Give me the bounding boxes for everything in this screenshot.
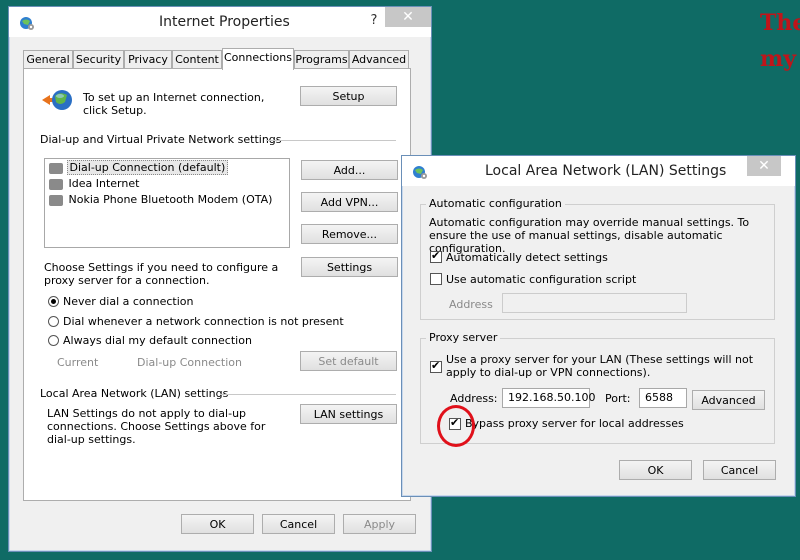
use-proxy-checkbox[interactable] <box>430 359 442 373</box>
settings-description: Choose Settings if you need to configure… <box>44 261 279 287</box>
phone-icon <box>49 178 63 190</box>
setup-description: To set up an Internet connection, click … <box>83 91 265 117</box>
set-default-button[interactable]: Set default <box>300 351 397 371</box>
corner-text-line1: The <box>760 10 800 36</box>
radio-whenever-label: Dial whenever a network connection is no… <box>63 315 344 328</box>
setup-button[interactable]: Setup <box>300 86 397 106</box>
internet-options-icon <box>413 166 427 179</box>
bypass-proxy-label: Bypass proxy server for local addresses <box>465 417 684 430</box>
apply-button[interactable]: Apply <box>343 514 416 534</box>
use-proxy-label: Use a proxy server for your LAN (These s… <box>446 353 754 379</box>
radio-always-dial[interactable] <box>48 335 59 346</box>
script-address-field[interactable] <box>502 293 687 313</box>
connection-label: Nokia Phone Bluetooth Modem (OTA) <box>68 193 273 206</box>
lan-close-button[interactable]: ✕ <box>747 156 781 176</box>
connections-list[interactable]: Dial-up Connection (default) Idea Intern… <box>44 158 290 248</box>
window-title: Internet Properties <box>159 14 290 30</box>
lan-heading: Local Area Network (LAN) settings <box>40 387 229 400</box>
port-label: Port: <box>605 392 631 405</box>
corner-text-line2: my <box>760 46 797 72</box>
automatic-configuration-description: Automatic configuration may override man… <box>429 216 750 255</box>
radio-never-label: Never dial a connection <box>63 295 194 308</box>
radio-dial-whenever[interactable] <box>48 316 59 327</box>
lan-window-title: Local Area Network (LAN) Settings <box>485 163 727 179</box>
port-field[interactable]: 6588 <box>639 388 687 408</box>
automatic-configuration-title: Automatic configuration <box>426 197 565 210</box>
proxy-address-label: Address: <box>450 392 498 405</box>
connection-label: Idea Internet <box>68 177 140 190</box>
phone-icon <box>49 194 63 206</box>
tab-security[interactable]: Security <box>73 50 124 69</box>
tab-general[interactable]: General <box>23 50 73 69</box>
help-button[interactable]: ? <box>363 11 385 31</box>
connection-label: Dial-up Connection (default) <box>66 160 229 175</box>
proxy-server-title: Proxy server <box>426 331 501 344</box>
advanced-button[interactable]: Advanced <box>692 390 765 410</box>
add-vpn-button[interactable]: Add VPN... <box>301 192 398 212</box>
remove-button[interactable]: Remove... <box>301 224 398 244</box>
title-bar: Internet Properties ? ✕ <box>9 7 431 37</box>
cancel-button[interactable]: Cancel <box>262 514 335 534</box>
phone-icon <box>49 162 63 174</box>
lan-description: LAN Settings do not apply to dial-up con… <box>47 407 266 446</box>
list-item[interactable]: Idea Internet <box>49 177 141 192</box>
tab-advanced[interactable]: Advanced <box>349 50 409 69</box>
radio-never-dial[interactable] <box>48 296 59 307</box>
lan-title-bar: Local Area Network (LAN) Settings ✕ <box>402 156 795 186</box>
internet-properties-window: Internet Properties ? ✕ General Security… <box>8 6 432 552</box>
lan-cancel-button[interactable]: Cancel <box>703 460 776 480</box>
dialup-divider <box>266 140 396 141</box>
lan-ok-button[interactable]: OK <box>619 460 692 480</box>
add-button[interactable]: Add... <box>301 160 398 180</box>
current-label: Current <box>57 356 99 369</box>
auto-script-checkbox[interactable] <box>430 273 442 285</box>
lan-settings-button[interactable]: LAN settings <box>300 404 397 424</box>
internet-options-icon <box>20 17 34 30</box>
list-item[interactable]: Nokia Phone Bluetooth Modem (OTA) <box>49 193 274 208</box>
current-value: Dial-up Connection <box>137 356 242 369</box>
radio-always-label: Always dial my default connection <box>63 334 252 347</box>
auto-script-label: Use automatic configuration script <box>446 273 637 286</box>
auto-detect-label: Automatically detect settings <box>446 251 608 264</box>
tab-content[interactable]: Content <box>172 50 222 69</box>
tab-connections[interactable]: Connections <box>222 48 294 70</box>
lan-divider <box>220 394 396 395</box>
annotation-circle <box>437 405 475 447</box>
close-button[interactable]: ✕ <box>385 7 431 27</box>
dialup-heading: Dial-up and Virtual Private Network sett… <box>40 133 282 146</box>
globe-setup-icon <box>42 90 72 110</box>
script-address-label: Address <box>449 298 493 311</box>
tab-programs[interactable]: Programs <box>294 50 349 69</box>
tab-privacy[interactable]: Privacy <box>124 50 172 69</box>
ok-button[interactable]: OK <box>181 514 254 534</box>
list-item[interactable]: Dial-up Connection (default) <box>49 160 229 176</box>
connections-panel: To set up an Internet connection, click … <box>23 68 411 501</box>
proxy-address-field[interactable]: 192.168.50.100 <box>502 388 595 408</box>
settings-button[interactable]: Settings <box>301 257 398 277</box>
auto-detect-checkbox[interactable] <box>430 249 442 263</box>
